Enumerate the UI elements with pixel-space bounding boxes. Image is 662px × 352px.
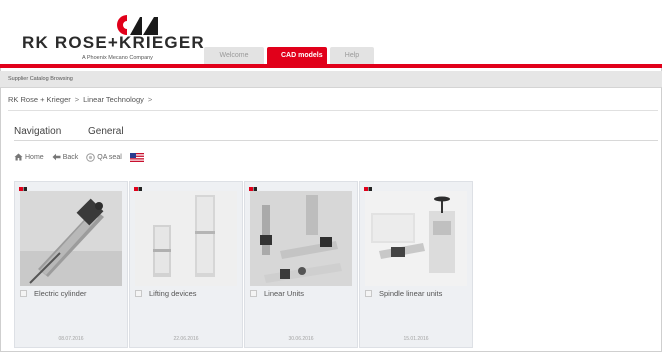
section-tabs: Navigation General (14, 123, 658, 141)
header-tabs: Welcome CAD models Help (204, 47, 377, 64)
supplier-bar: Supplier Catalog Browsing (0, 71, 662, 88)
select-checkbox[interactable] (250, 290, 257, 297)
qa-seal-button[interactable]: QA seal (86, 152, 122, 162)
breadcrumb-item-rk-rose-krieger[interactable]: RK Rose + Krieger (8, 95, 71, 104)
tab-navigation[interactable]: Navigation (14, 126, 61, 137)
brand-name: RK ROSE+KRIEGER (22, 33, 205, 52)
home-icon (14, 153, 23, 161)
tab-general[interactable]: General (88, 126, 124, 137)
select-checkbox[interactable] (365, 290, 372, 297)
card-label: Spindle linear units (365, 289, 442, 298)
breadcrumb-item-linear-technology[interactable]: Linear Technology (83, 95, 144, 104)
back-arrow-icon (52, 153, 61, 161)
toolbar: Home Back QA seal (14, 151, 154, 163)
tab-cad-models[interactable]: CAD models (267, 47, 327, 64)
card-label: Lifting devices (135, 289, 197, 298)
card-title: Electric cylinder (34, 289, 87, 298)
language-button[interactable] (129, 152, 146, 162)
breadcrumb-separator: > (74, 95, 80, 104)
header-accent-bar (0, 64, 662, 68)
product-card-spindle-linear-units[interactable]: Spindle linear units 15.01.2016 (359, 181, 473, 348)
electric-cylinder-image (20, 191, 122, 286)
breadcrumb-separator: > (147, 95, 153, 104)
tab-help[interactable]: Help (330, 47, 374, 64)
site-header: RK ROSE+KRIEGER A Phoenix Mecano Company… (0, 0, 662, 66)
card-label: Linear Units (250, 289, 304, 298)
card-title: Linear Units (264, 289, 305, 298)
breadcrumb: RK Rose + Krieger > Linear Technology > (8, 95, 658, 111)
card-title: Lifting devices (149, 289, 197, 298)
linear-units-image (250, 191, 352, 286)
tab-welcome[interactable]: Welcome (204, 47, 264, 64)
back-button[interactable]: Back (52, 153, 79, 161)
lifting-devices-image (135, 191, 237, 286)
product-card-lifting-devices[interactable]: Lifting devices 22.06.2016 (129, 181, 243, 348)
card-label: Electric cylinder (20, 289, 87, 298)
product-card-linear-units[interactable]: Linear Units 30.06.2016 (244, 181, 358, 348)
card-title: Spindle linear units (379, 289, 443, 298)
supplier-bar-text: Supplier Catalog Browsing (8, 76, 73, 82)
product-card-electric-cylinder[interactable]: Electric cylinder 08.07.2016 (14, 181, 128, 348)
card-date: 30.06.2016 (288, 336, 314, 342)
spindle-linear-units-image (365, 191, 467, 286)
card-date: 08.07.2016 (58, 336, 84, 342)
card-date: 15.01.2016 (403, 336, 429, 342)
qa-seal-label: QA seal (97, 153, 122, 161)
select-checkbox[interactable] (135, 290, 142, 297)
card-date: 22.06.2016 (173, 336, 199, 342)
home-label: Home (25, 153, 44, 161)
qa-seal-icon (86, 152, 96, 162)
back-label: Back (62, 153, 79, 161)
us-flag-icon (129, 152, 144, 162)
home-button[interactable]: Home (14, 153, 44, 161)
select-checkbox[interactable] (20, 290, 27, 297)
brand-tagline: A Phoenix Mecano Company (82, 55, 153, 61)
